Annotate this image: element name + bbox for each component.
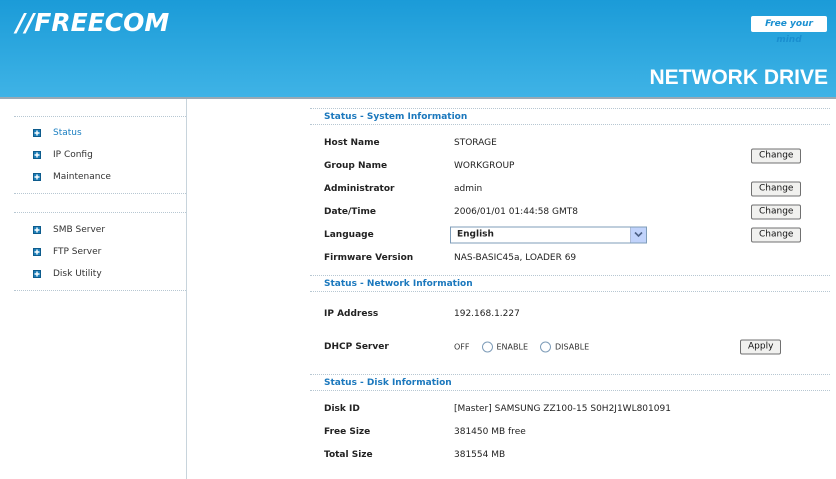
- dhcp-label: DHCP Server: [324, 341, 389, 352]
- language-row: Language English Change: [310, 223, 830, 246]
- disable-radio[interactable]: [540, 341, 552, 352]
- plus-bullet-icon: [33, 270, 41, 278]
- apply-button[interactable]: Apply: [740, 339, 782, 354]
- plus-bullet-icon: [33, 248, 41, 256]
- sidebar-group-services: SMB Server FTP Server Disk Utility: [14, 212, 186, 291]
- dhcp-radio-group: OFF ENABLE DISABLE: [454, 341, 589, 352]
- sidebar: Status IP Config Maintenance SMB Server …: [14, 116, 186, 291]
- freecom-logo: //FREECOM: [16, 8, 170, 37]
- firmware-value: NAS-BASIC45a, LOADER 69: [454, 252, 577, 263]
- sidebar-item-ip-config[interactable]: IP Config: [14, 144, 186, 166]
- dhcp-state: OFF: [454, 342, 470, 351]
- sidebar-item-label: IP Config: [53, 150, 93, 160]
- chevron-down-icon[interactable]: [630, 227, 646, 242]
- enable-radio[interactable]: [481, 341, 493, 352]
- free-size-value: 381450 MB free: [454, 426, 526, 437]
- enable-radio-label: ENABLE: [496, 342, 529, 351]
- plus-bullet-icon: [33, 173, 41, 181]
- change-admin-button[interactable]: Change: [751, 181, 802, 196]
- disk-id-value: [Master] SAMSUNG ZZ100-15 S0H2J1WL801091: [454, 403, 671, 414]
- disable-radio-label: DISABLE: [555, 342, 590, 351]
- datetime-label: Date/Time: [324, 206, 376, 217]
- firmware-row: Firmware Version NAS-BASIC45a, LOADER 69: [310, 246, 830, 269]
- disk-id-row: Disk ID [Master] SAMSUNG ZZ100-15 S0H2J1…: [310, 397, 830, 420]
- tagline-badge: Free your mind: [751, 16, 827, 45]
- ip-address-row: IP Address 192.168.1.227: [310, 302, 830, 325]
- system-info-title: Status - System Information: [310, 108, 830, 125]
- language-select[interactable]: English: [450, 226, 647, 243]
- plus-bullet-icon: [33, 129, 41, 137]
- language-selected-value: English: [457, 229, 494, 239]
- total-size-value: 381554 MB: [454, 449, 506, 460]
- sidebar-group-system: Status IP Config Maintenance: [14, 116, 186, 194]
- sidebar-item-label: SMB Server: [53, 225, 106, 235]
- change-datetime-button[interactable]: Change: [751, 204, 802, 219]
- sidebar-item-label: Disk Utility: [53, 269, 102, 279]
- sidebar-item-ftp-server[interactable]: FTP Server: [14, 241, 186, 263]
- group-name-value: WORKGROUP: [454, 160, 515, 171]
- firmware-label: Firmware Version: [324, 252, 414, 263]
- free-size-label: Free Size: [324, 426, 371, 437]
- host-name-value: STORAGE: [454, 137, 497, 148]
- dhcp-row: DHCP Server OFF ENABLE DISABLE Apply: [310, 335, 830, 358]
- product-title: NETWORK DRIVE: [649, 66, 829, 89]
- disk-id-label: Disk ID: [324, 403, 360, 414]
- sidebar-item-label: Status: [53, 128, 82, 138]
- group-name-row: Group Name WORKGROUP Change: [310, 148, 830, 177]
- header-divider: [0, 97, 836, 99]
- sidebar-item-disk-utility[interactable]: Disk Utility: [14, 263, 186, 285]
- total-size-label: Total Size: [324, 449, 373, 460]
- plus-bullet-icon: [33, 151, 41, 159]
- administrator-value: admin: [454, 183, 483, 194]
- total-size-row: Total Size 381554 MB: [310, 443, 830, 466]
- ip-address-value: 192.168.1.227: [454, 308, 520, 319]
- administrator-label: Administrator: [324, 183, 395, 194]
- sidebar-item-label: FTP Server: [53, 247, 102, 257]
- sidebar-item-maintenance[interactable]: Maintenance: [14, 166, 186, 188]
- host-name-label: Host Name: [324, 137, 380, 148]
- network-info-title: Status - Network Information: [310, 275, 830, 292]
- change-host-button[interactable]: Change: [751, 148, 802, 164]
- sidebar-item-smb-server[interactable]: SMB Server: [14, 219, 186, 241]
- sidebar-item-label: Maintenance: [53, 172, 111, 182]
- administrator-row: Administrator admin Change: [310, 177, 830, 200]
- disk-info-title: Status - Disk Information: [310, 374, 830, 391]
- group-name-label: Group Name: [324, 160, 388, 171]
- plus-bullet-icon: [33, 226, 41, 234]
- sidebar-item-status[interactable]: Status: [14, 122, 186, 144]
- free-size-row: Free Size 381450 MB free: [310, 420, 830, 443]
- datetime-value: 2006/01/01 01:44:58 GMT8: [454, 206, 578, 217]
- header-banner: //FREECOM Free your mind NETWORK DRIVE: [0, 0, 836, 97]
- language-label: Language: [324, 229, 374, 240]
- ip-address-label: IP Address: [324, 308, 379, 319]
- change-language-button[interactable]: Change: [751, 227, 802, 242]
- sidebar-divider: [186, 99, 187, 479]
- main-content: Status - System Information Host Name ST…: [310, 108, 830, 466]
- datetime-row: Date/Time 2006/01/01 01:44:58 GMT8 Chang…: [310, 200, 830, 223]
